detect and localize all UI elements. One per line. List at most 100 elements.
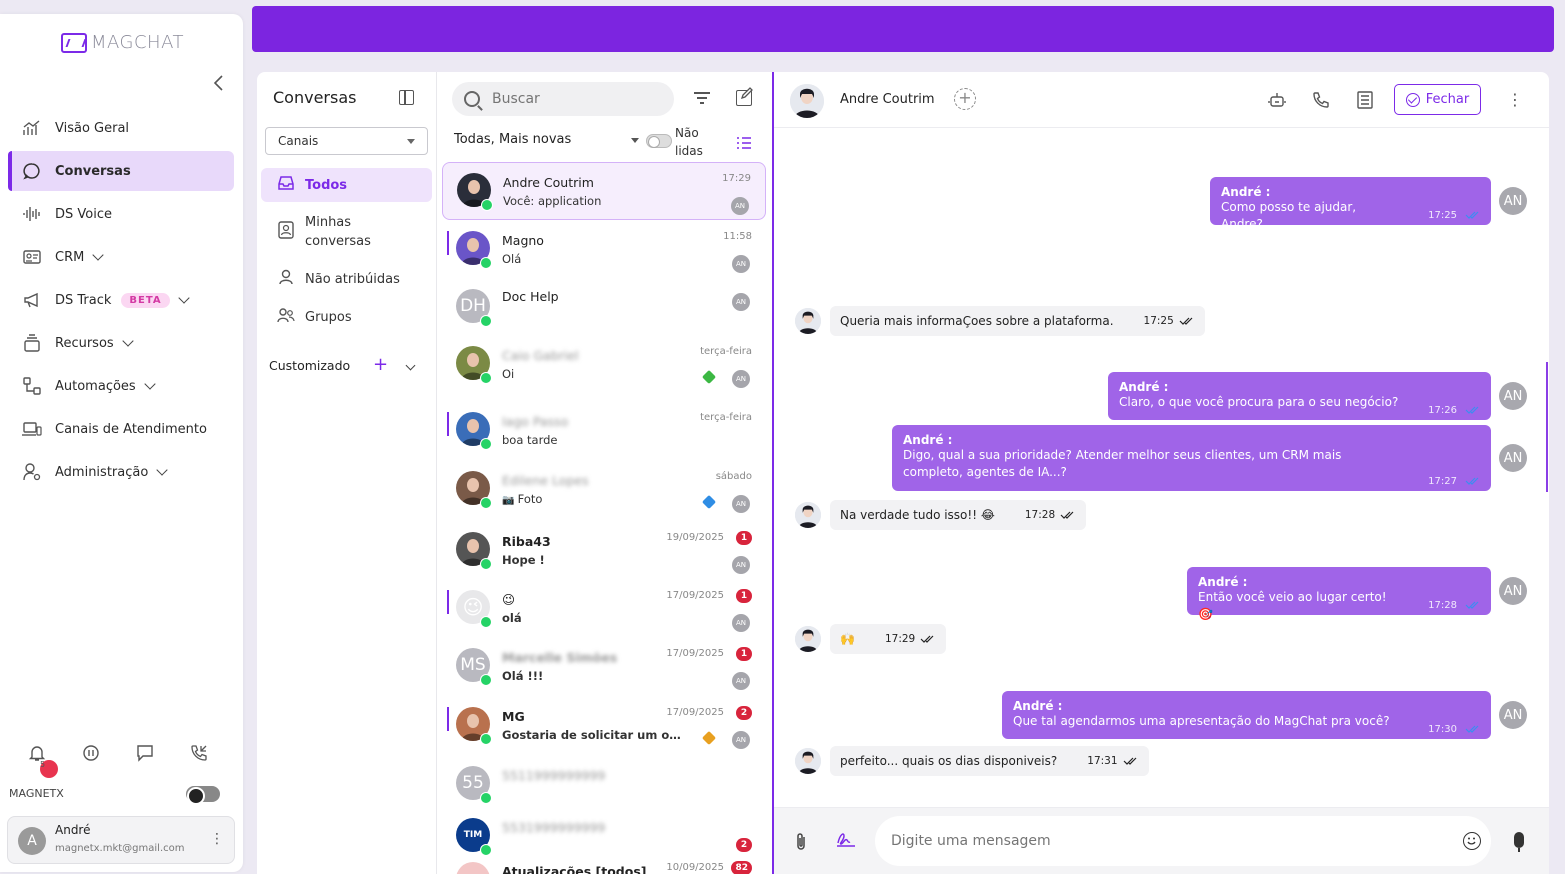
- conversation-item[interactable]: Caio Gabriel Oi terça-feira AN: [442, 336, 766, 394]
- attachment-icon[interactable]: [794, 832, 808, 857]
- compose-icon[interactable]: [736, 87, 753, 106]
- conversation-last-message-text: boa tarde: [502, 433, 558, 447]
- channel-select[interactable]: Canais: [265, 127, 428, 155]
- double-check-icon: [1465, 477, 1479, 485]
- message-square-icon[interactable]: [136, 744, 154, 762]
- collapse-panel-icon[interactable]: [399, 90, 414, 105]
- conversation-item[interactable]: DH Doc Help AN: [442, 279, 766, 337]
- message-outgoing[interactable]: André : Digo, qual a sua prioridade? Aten…: [892, 425, 1491, 491]
- conversation-item[interactable]: 😉 😉 olá 17/09/2025 1 AN: [442, 580, 766, 638]
- conversation-item[interactable]: Edilene Lopes 📷 Foto sábado AN: [442, 461, 766, 519]
- conversation-last-message: olá: [502, 611, 522, 625]
- sort-select[interactable]: Todas, Mais novas: [454, 132, 571, 147]
- unread-count-badge: 82: [731, 861, 752, 874]
- contact-name[interactable]: Andre Coutrim: [840, 92, 935, 107]
- magchat-logo[interactable]: MAGCHAT: [61, 32, 184, 53]
- more-options-icon[interactable]: ⋮: [1507, 90, 1523, 109]
- megaphone-icon: [22, 290, 42, 310]
- conversation-item[interactable]: MG Gostaria de solicitar um orçam... 17/09…: [442, 697, 766, 755]
- conversation-item[interactable]: Riba43 Hope ! 19/09/2025 1 AN: [442, 522, 766, 580]
- add-custom-filter-icon[interactable]: +: [373, 354, 388, 375]
- agent-avatar: AN: [1499, 382, 1527, 410]
- notes-icon[interactable]: [1356, 91, 1374, 109]
- filter-nao-atribuidas[interactable]: Não atribúidas: [261, 264, 432, 294]
- conversation-item[interactable]: Magno Olá 11:58 AN: [442, 221, 766, 279]
- caret-down-icon: [631, 138, 639, 143]
- nav-item-ds-voice[interactable]: DS Voice: [8, 194, 234, 234]
- bot-icon[interactable]: [1268, 91, 1286, 109]
- add-participant-icon[interactable]: +: [954, 88, 976, 110]
- user-icon: [277, 269, 295, 289]
- filter-grupos[interactable]: Grupos: [261, 302, 432, 332]
- nav-item-recursos[interactable]: Recursos: [8, 323, 234, 363]
- filter-todos[interactable]: Todos: [261, 168, 432, 202]
- user-menu-icon[interactable]: ⋮: [210, 831, 224, 847]
- flow-icon: [22, 376, 42, 396]
- conversation-item[interactable]: Andre Coutrim Você: application 17:29 AN: [442, 162, 766, 220]
- filter-minhas-conversas[interactable]: Minhas conversas: [261, 210, 432, 254]
- message-time: 17:30: [1428, 724, 1457, 735]
- search-input[interactable]: [492, 91, 652, 107]
- message-incoming[interactable]: 🙌 17:29: [830, 624, 947, 654]
- nav-item-visao-geral[interactable]: Visão Geral: [8, 108, 234, 148]
- conversation-time: 10/09/2025: [666, 862, 724, 873]
- assigned-agent-avatar: AN: [732, 672, 750, 690]
- conversation-item[interactable]: 55 5511999999999: [442, 756, 766, 814]
- message-outgoing[interactable]: André : Então você veio ao lugar certo! 🎯…: [1187, 567, 1491, 621]
- conversation-item[interactable]: Atualizações [todos] 10/09/2025 82: [442, 852, 766, 874]
- chevron-down-icon[interactable]: [405, 360, 416, 371]
- nav-item-crm[interactable]: CRM: [8, 237, 234, 277]
- whatsapp-icon: [480, 372, 492, 384]
- unread-count-badge: 1: [736, 647, 752, 661]
- conversation-last-message: Gostaria de solicitar um orçam...: [502, 728, 682, 742]
- left-sidebar: MAGCHAT Visão Geral Conversas DS Voice C…: [0, 14, 243, 872]
- conversation-last-message: Olá !!!: [502, 669, 543, 683]
- message-time: 17:26: [1428, 405, 1457, 416]
- message-outgoing[interactable]: André : Como posso te ajudar, Andre? 17:25: [1210, 177, 1491, 231]
- whatsapp-icon: [480, 733, 492, 745]
- bell-icon[interactable]: 5: [28, 744, 58, 778]
- contact-avatar[interactable]: [790, 84, 824, 118]
- list-options-icon[interactable]: [736, 136, 752, 154]
- close-conversation-button[interactable]: Fechar: [1394, 84, 1481, 115]
- phone-incoming-icon[interactable]: [190, 744, 208, 762]
- message-incoming[interactable]: Queria mais informaÇoes sobre a platafor…: [830, 306, 1205, 336]
- nav-item-conversas[interactable]: Conversas: [8, 151, 234, 191]
- filter-icon[interactable]: [694, 92, 710, 104]
- message-outgoing[interactable]: André : Que tal agendarmos uma apresentaç…: [1002, 691, 1491, 739]
- pause-circle-icon[interactable]: [82, 744, 100, 762]
- message-input[interactable]: [875, 816, 1491, 866]
- conversation-last-message-text: olá: [502, 611, 522, 625]
- phone-icon[interactable]: [1312, 91, 1330, 109]
- message-thread: André : Como posso te ajudar, Andre? 17:25…: [774, 129, 1549, 807]
- nav-item-administracao[interactable]: Administração: [8, 452, 234, 492]
- whatsapp-icon: [480, 497, 492, 509]
- search-box[interactable]: [452, 82, 674, 116]
- chart-line-icon: [22, 118, 42, 138]
- double-check-icon: [1123, 757, 1136, 765]
- microphone-icon[interactable]: [1514, 832, 1524, 852]
- user-card[interactable]: A André magnetx.mkt@gmail.com ⋮: [7, 816, 235, 864]
- unread-only-toggle[interactable]: [646, 134, 672, 148]
- whatsapp-icon: [480, 315, 492, 327]
- scrollbar[interactable]: [1546, 362, 1548, 492]
- signature-icon[interactable]: [836, 830, 856, 853]
- nav-item-ds-track[interactable]: DS Track BETA: [8, 280, 234, 320]
- nav-item-canais-de-atendimento[interactable]: Canais de Atendimento: [8, 409, 234, 449]
- message-text: perfeito... quais os dias disponiveis?: [840, 754, 1058, 768]
- nav-item-automacoes[interactable]: Automações: [8, 366, 234, 406]
- conversation-time: terça-feira: [700, 412, 752, 423]
- camera-icon: 📷: [502, 495, 518, 506]
- message-incoming[interactable]: perfeito... quais os dias disponiveis? 17…: [830, 746, 1149, 776]
- workspace-toggle[interactable]: [186, 786, 220, 805]
- emoji-icon[interactable]: [1463, 832, 1481, 850]
- conversation-name: Atualizações [todos]: [502, 864, 647, 874]
- double-check-icon: [1465, 406, 1479, 414]
- agent-avatar: AN: [1499, 444, 1527, 472]
- collapse-sidebar-button[interactable]: [212, 74, 226, 94]
- conversation-item[interactable]: Iago Passo boa tarde terça-feira: [442, 402, 766, 460]
- message-incoming[interactable]: Na verdade tudo isso!! 😂 17:28: [830, 500, 1087, 530]
- message-outgoing[interactable]: André : Claro, o que você procura para o …: [1108, 372, 1491, 420]
- conversation-item[interactable]: MS Marcelle Simões Olá !!! 17/09/2025 1 AN: [442, 638, 766, 696]
- message-sender: André :: [1013, 699, 1063, 713]
